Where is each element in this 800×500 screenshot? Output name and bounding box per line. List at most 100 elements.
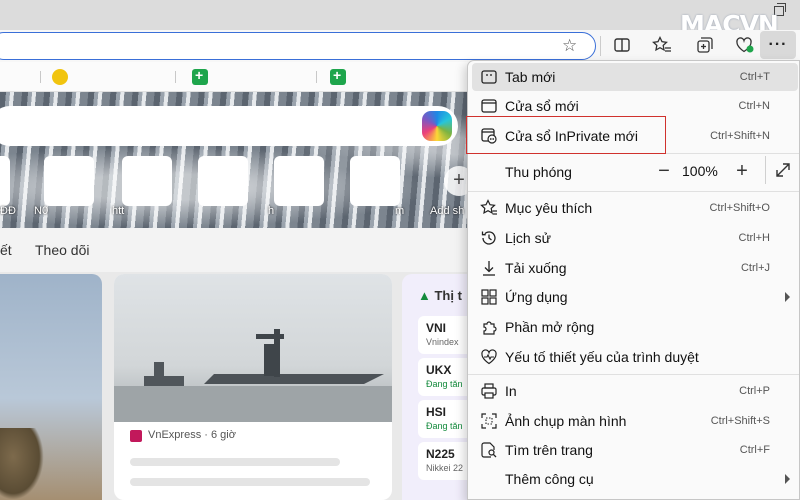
market-subtitle: Đang tăn <box>426 379 463 389</box>
menu-item-label: Ứng dụng <box>505 289 568 305</box>
menu-item-label: Tìm trên trang <box>505 442 593 458</box>
menu-item-label: Ảnh chụp màn hình <box>505 413 627 429</box>
menu-item-label: In <box>505 383 517 399</box>
history-icon <box>481 231 496 245</box>
browser-essentials-icon <box>481 349 497 365</box>
quick-link-label: h <box>268 205 275 217</box>
browser-window: MACVN ☆ ··· + ĐĐ N0 htt h m <box>0 0 800 500</box>
quick-link-tile[interactable] <box>0 156 10 206</box>
zoom-in-button[interactable]: + <box>732 157 752 185</box>
new-tab-icon <box>481 70 497 84</box>
menu-item-shortcut: Ctrl+F <box>739 444 770 456</box>
market-row[interactable]: N225 Nikkei 22 <box>418 442 472 480</box>
market-subtitle: Đang tăn <box>426 421 463 431</box>
market-row[interactable]: VNI Vnindex <box>418 316 472 354</box>
split-screen-icon[interactable] <box>611 34 633 56</box>
zoom-out-button[interactable]: − <box>654 157 674 185</box>
favorite-sheets-icon[interactable] <box>192 67 208 85</box>
menu-divider <box>468 191 799 192</box>
market-subtitle: Vnindex <box>426 337 459 347</box>
highlight-outline <box>466 116 666 154</box>
menu-item-label: Tải xuống <box>505 260 567 276</box>
fullscreen-icon[interactable] <box>772 159 794 181</box>
menu-item-more-tools[interactable]: Thêm công cụ <box>472 465 798 493</box>
extensions-icon <box>483 321 497 335</box>
download-icon <box>483 261 495 276</box>
settings-and-more-button[interactable]: ··· <box>760 31 796 59</box>
menu-item-shortcut: Ctrl+Shift+O <box>709 202 770 214</box>
market-symbol: VNI <box>426 321 447 335</box>
web-search-box[interactable] <box>0 106 458 146</box>
menu-item-shortcut: Ctrl+T <box>739 71 770 83</box>
toolbar-separator <box>600 36 601 56</box>
feed-tab[interactable]: ết <box>0 242 12 258</box>
menu-item-new-tab[interactable]: Tab mới Ctrl+T <box>472 63 798 91</box>
favorite-sheets-icon[interactable] <box>330 67 346 85</box>
article-source: VnExpress · 6 giờ <box>148 429 236 441</box>
feed-tab-following[interactable]: Theo dõi <box>35 242 89 258</box>
submenu-arrow-icon <box>785 292 790 302</box>
menu-item-label: Thêm công cụ <box>505 471 594 487</box>
quick-link-tile[interactable] <box>122 156 172 206</box>
menu-item-apps[interactable]: Ứng dụng <box>472 283 798 311</box>
trend-up-icon: ▲ <box>418 288 435 303</box>
market-row[interactable]: UKX Đang tăn <box>418 358 472 396</box>
menu-item-label: Tab mới <box>505 69 556 85</box>
favorite-runner-icon[interactable] <box>52 69 68 85</box>
favorites-separator <box>316 71 317 83</box>
menu-item-history[interactable]: Lịch sử Ctrl+H <box>472 224 798 252</box>
copilot-icon[interactable] <box>422 111 452 141</box>
screenshot-icon <box>481 413 497 429</box>
market-symbol: HSI <box>426 405 447 419</box>
apps-icon <box>481 289 497 305</box>
menu-item-label: Cửa sổ mới <box>505 98 579 114</box>
favorites-separator <box>175 71 176 83</box>
article-headline <box>130 478 370 486</box>
quick-link-tile[interactable] <box>350 156 400 206</box>
zoom-separator <box>765 156 766 184</box>
menu-item-label: Lịch sử <box>505 230 551 246</box>
menu-item-screenshot[interactable]: Ảnh chụp màn hình Ctrl+Shift+S <box>472 407 798 435</box>
menu-item-print[interactable]: In Ctrl+P <box>472 377 798 405</box>
menu-item-label: Mục yêu thích <box>505 200 593 216</box>
menu-item-shortcut: Ctrl+Shift+S <box>710 415 770 427</box>
browser-essentials-icon[interactable] <box>734 34 756 56</box>
market-row[interactable]: HSI Đang tăn <box>418 400 472 438</box>
market-symbol: UKX <box>426 363 452 377</box>
menu-divider <box>468 374 799 375</box>
quick-link-label: htt <box>112 205 125 217</box>
favorites-icon[interactable] <box>651 34 673 56</box>
news-card[interactable]: VnExpress · 6 giờ <box>114 274 392 500</box>
market-subtitle: Nikkei 22 <box>426 463 464 473</box>
collections-icon[interactable] <box>694 34 716 56</box>
menu-item-shortcut: Ctrl+P <box>739 385 770 397</box>
menu-item-favorites[interactable]: Mục yêu thích Ctrl+Shift+O <box>472 194 798 222</box>
menu-item-label: Phần mở rộng <box>505 319 595 335</box>
print-icon <box>481 383 497 399</box>
favorites-separator <box>40 71 41 83</box>
market-symbol: N225 <box>426 447 455 461</box>
favorites-icon <box>480 199 497 215</box>
submenu-arrow-icon <box>785 474 790 484</box>
menu-item-extensions[interactable]: Phần mở rộng <box>472 313 798 341</box>
quick-link-tile[interactable] <box>198 156 248 206</box>
toolbar <box>0 30 800 62</box>
menu-item-shortcut: Ctrl+H <box>738 232 770 244</box>
quick-link-label: m <box>395 205 405 217</box>
quick-link-tile[interactable] <box>274 156 324 206</box>
aircraft-carrier-photo <box>114 274 392 422</box>
quick-link-label: Add sh <box>430 205 465 217</box>
menu-item-find-on-page[interactable]: Tìm trên trang Ctrl+F <box>472 436 798 464</box>
menu-item-shortcut: Ctrl+Shift+N <box>710 130 770 142</box>
menu-item-label: Yếu tố thiết yếu của trình duyệt <box>505 349 699 365</box>
menu-item-shortcut: Ctrl+N <box>738 100 770 112</box>
add-favorite-star-icon[interactable]: ☆ <box>562 36 577 56</box>
quick-link-tile[interactable] <box>44 156 94 206</box>
menu-item-downloads[interactable]: Tải xuống Ctrl+J <box>472 254 798 282</box>
markets-card[interactable]: ▲ Thị t VNI Vnindex UKX Đang tăn HSI Đan… <box>402 274 472 500</box>
markets-title: ▲ Thị t <box>418 288 462 303</box>
menu-item-label: Thu phóng <box>505 164 572 180</box>
zoom-level: 100% <box>682 163 718 179</box>
menu-item-browser-essentials[interactable]: Yếu tố thiết yếu của trình duyệt <box>472 343 798 371</box>
address-bar[interactable] <box>0 32 596 60</box>
